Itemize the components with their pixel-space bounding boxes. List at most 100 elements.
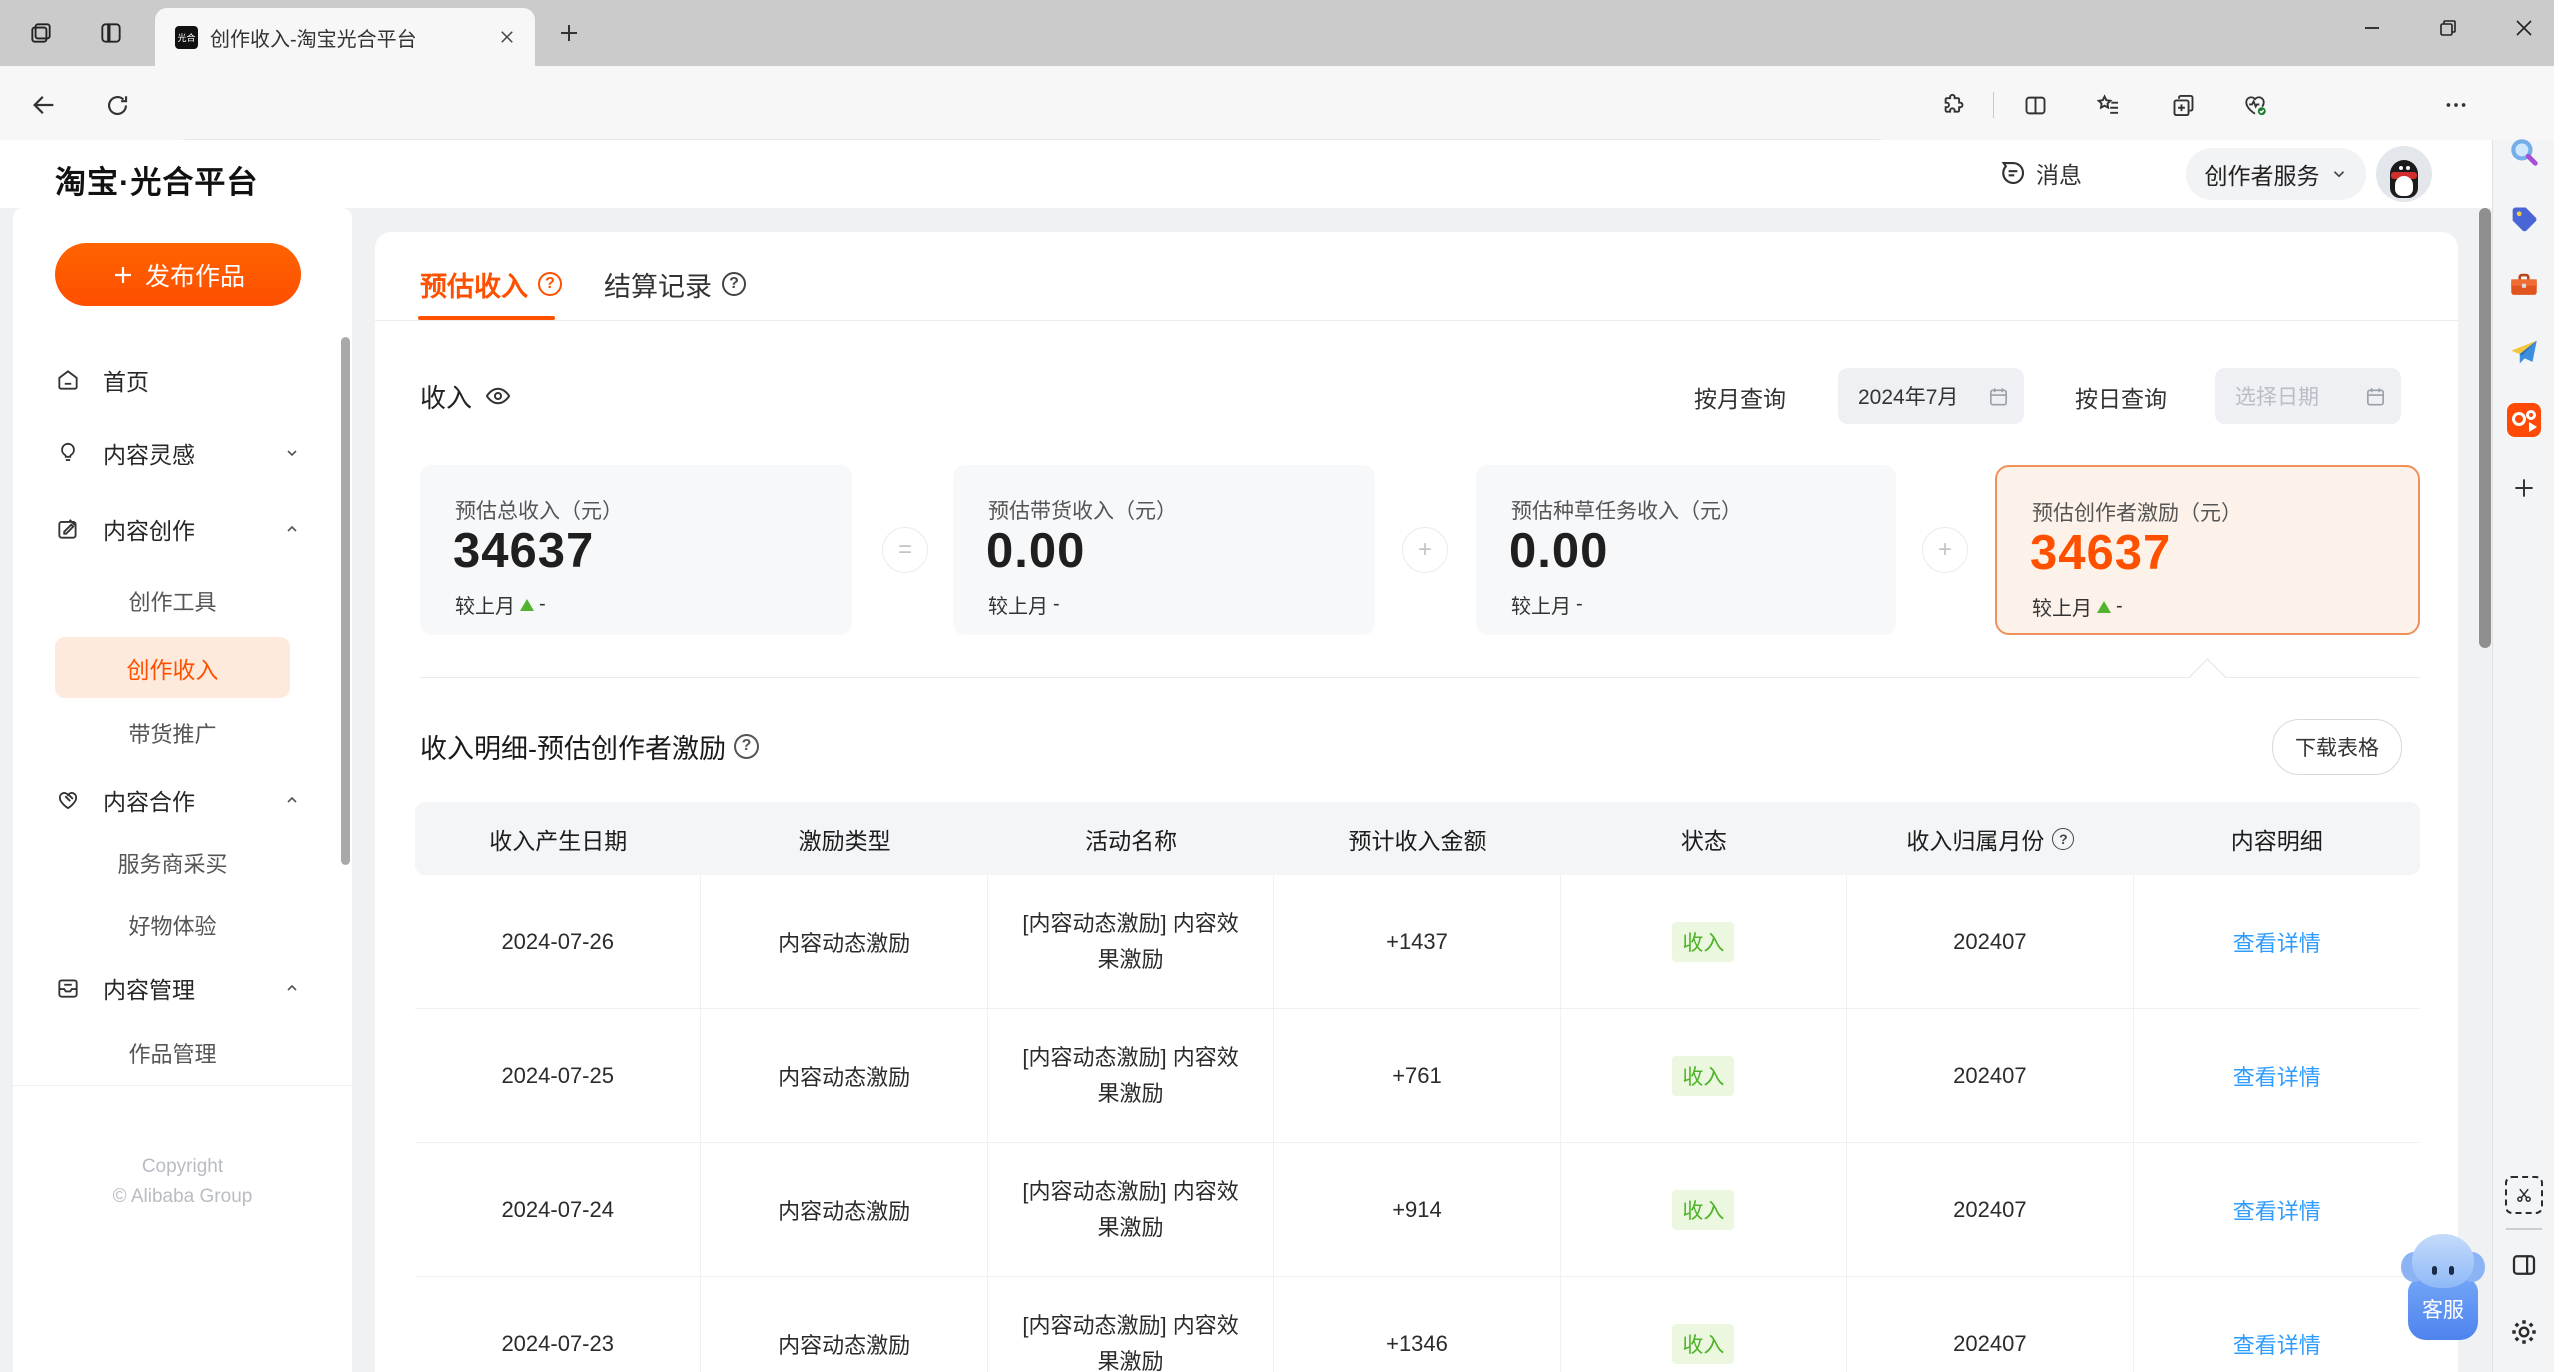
view-details-link[interactable]: 查看详情: [2233, 1328, 2321, 1360]
browser-titlebar: 光合 创作收入-淘宝光合平台: [0, 0, 2554, 66]
sidebar-item-7[interactable]: 内容合作: [55, 773, 300, 827]
sidebar-scrollbar[interactable]: [341, 337, 350, 865]
web-capture-icon[interactable]: [2504, 1175, 2544, 1215]
cell-status: 收入: [1561, 1143, 1848, 1276]
sidebar-tools-icon[interactable]: [2504, 265, 2544, 305]
extensions-icon[interactable]: [1934, 86, 1972, 124]
sidebar-item-8[interactable]: 服务商采买: [55, 836, 290, 890]
sidebar-item-1[interactable]: 首页: [55, 353, 300, 407]
tab-estimated-income[interactable]: 预估收入: [420, 259, 562, 309]
tab-actions-icon[interactable]: [92, 14, 130, 52]
page-scrollbar[interactable]: [2479, 208, 2491, 648]
column-header: 激励类型: [798, 827, 891, 854]
heart-hands-icon: [58, 792, 78, 810]
sidebar-item-3[interactable]: 内容创作: [55, 502, 300, 556]
cell-action: 查看详情: [2134, 1143, 2420, 1276]
eye-icon[interactable]: [484, 382, 512, 410]
plus-icon: [114, 266, 131, 283]
cell-status: 收入: [1561, 875, 1848, 1008]
month-picker-input[interactable]: 2024年7月: [1838, 368, 2024, 424]
tab-close-icon[interactable]: [493, 23, 521, 51]
view-details-link[interactable]: 查看详情: [2233, 1060, 2321, 1092]
stat-card-compare: 较上月 -: [2032, 595, 2123, 620]
tab-label: 预估收入: [420, 271, 528, 302]
creator-service-dropdown[interactable]: 创作者服务: [2186, 148, 2366, 200]
browser-tab[interactable]: 光合 创作收入-淘宝光合平台: [155, 8, 535, 66]
stat-card-3[interactable]: 预估种草任务收入（元） 0.00 较上月 -: [1476, 465, 1896, 635]
column-header: 活动名称: [1085, 827, 1178, 854]
column-header: 收入归属月份: [1847, 802, 2133, 875]
tab-settlement-records[interactable]: 结算记录: [604, 259, 746, 309]
help-icon[interactable]: [2052, 827, 2075, 850]
sidebar-item-6[interactable]: 带货推广: [55, 706, 290, 760]
view-details-link[interactable]: 查看详情: [2233, 1194, 2321, 1226]
workspaces-icon[interactable]: [22, 14, 60, 52]
sidebar-item-label: 作品管理: [128, 1042, 217, 1067]
split-screen-icon[interactable]: [2016, 86, 2054, 124]
window-close-button[interactable]: [2496, 6, 2552, 50]
stat-card-1[interactable]: 预估总收入（元） 34637 较上月 -: [420, 465, 852, 635]
sidebar-settings-gear-icon[interactable]: [2504, 1312, 2544, 1352]
table-row: 2024-07-24 内容动态激励 [内容动态激励] 内容效果激励 +914 收入 202…: [415, 1143, 2420, 1277]
site-favicon: 光合: [175, 25, 198, 49]
new-tab-button[interactable]: [552, 16, 586, 50]
sidebar-item-9[interactable]: 好物体验: [55, 898, 290, 952]
sidebar-item-10[interactable]: 内容管理: [55, 961, 300, 1015]
publish-work-button[interactable]: 发布作品: [55, 243, 301, 306]
stat-card-2[interactable]: 预估带货收入（元） 0.00 较上月 -: [953, 465, 1375, 635]
creator-service-label: 创作者服务: [2204, 163, 2320, 189]
messages-button[interactable]: 消息: [1998, 156, 2082, 190]
sidebar-divider: [13, 1085, 352, 1086]
sidebar-add-icon[interactable]: [2504, 468, 2544, 508]
site-header: 淘宝·光合平台 消息 创作者服务: [0, 140, 2492, 208]
cell-amount: +1346: [1274, 1277, 1561, 1372]
window-minimize-button[interactable]: [2344, 6, 2400, 50]
collections-icon[interactable]: [2164, 86, 2202, 124]
chevron-icon: [287, 525, 297, 532]
customer-service-float[interactable]: 客服: [2395, 1226, 2487, 1348]
window-restore-button[interactable]: [2420, 6, 2476, 50]
sidebar-item-label: 创作工具: [128, 590, 217, 615]
sidebar-item-5[interactable]: 创作收入: [55, 637, 290, 698]
browser-essentials-icon[interactable]: [2236, 86, 2274, 124]
refresh-button[interactable]: [98, 86, 136, 124]
download-table-button[interactable]: 下载表格: [2272, 719, 2402, 775]
sidebar-search-icon[interactable]: [2504, 132, 2544, 172]
site-logo[interactable]: 淘宝·光合平台: [55, 157, 258, 202]
help-icon[interactable]: [722, 272, 746, 296]
stat-card-value: 34637: [453, 524, 595, 578]
sidebar-panel-icon[interactable]: [2504, 1245, 2544, 1285]
sidebar-item-label: 内容灵感: [103, 442, 195, 468]
publish-work-label: 发布作品: [144, 262, 245, 291]
selected-card-pointer: [2188, 658, 2227, 697]
stat-card-value: 34637: [2030, 526, 2172, 580]
column-header: 预计收入金额: [1348, 827, 1487, 854]
cell-month: 202407: [1847, 1009, 2134, 1142]
chevron-icon: [287, 450, 297, 457]
sidebar-item-4[interactable]: 创作工具: [55, 574, 290, 628]
stat-card-4[interactable]: 预估创作者激励（元） 34637 较上月 -: [1995, 465, 2420, 635]
stat-card-compare: 较上月 -: [1511, 593, 1583, 618]
status-badge: 收入: [1672, 1055, 1735, 1096]
user-avatar[interactable]: [2376, 146, 2432, 202]
cell-date: 2024-07-24: [415, 1143, 702, 1276]
help-icon[interactable]: [734, 733, 759, 759]
sidebar-shopping-icon[interactable]: [2504, 200, 2544, 240]
sidebar-item-11[interactable]: 作品管理: [55, 1026, 290, 1080]
sidebar-item-label: 首页: [103, 369, 149, 395]
cell-amount: +914: [1274, 1143, 1561, 1276]
sidebar-item-2[interactable]: 内容灵感: [55, 426, 300, 480]
stat-card-value: 0.00: [986, 524, 1086, 578]
stat-card-title: 预估总收入（元）: [455, 500, 623, 523]
back-button[interactable]: [25, 86, 63, 124]
sidebar: 发布作品 首页内容灵感内容创作创作工具创作收入带货推广内容合作服务商采买好物体验…: [13, 208, 352, 1372]
sidebar-kuaishou-icon[interactable]: [2504, 400, 2544, 440]
help-icon[interactable]: [538, 272, 562, 296]
settings-more-icon[interactable]: [2437, 86, 2475, 124]
table-header: 收入产生日期 激励类型 活动名称 预计收入金额 状态 收入归属月份 内容明细: [415, 802, 2420, 875]
view-details-link[interactable]: 查看详情: [2233, 926, 2321, 958]
date-picker-input[interactable]: 选择日期: [2215, 368, 2401, 424]
sidebar-send-icon[interactable]: [2504, 332, 2544, 372]
favorites-bar-icon[interactable]: [2089, 86, 2127, 124]
cell-activity: [内容动态激励] 内容效果激励: [988, 1277, 1275, 1372]
